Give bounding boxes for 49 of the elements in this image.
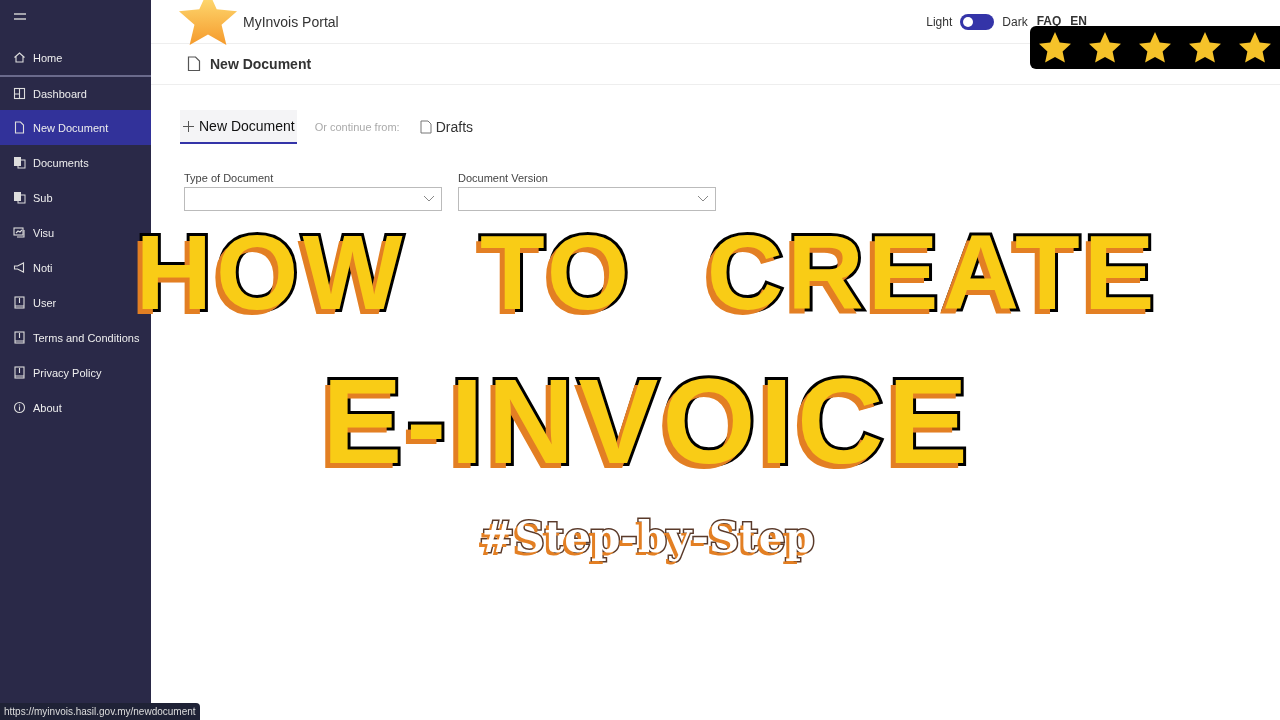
tab[interactable]: Drafts — [417, 111, 476, 143]
sidebar-item[interactable]: About — [0, 390, 66, 425]
plus-icon — [182, 119, 195, 133]
document-icon — [187, 56, 201, 72]
sidebar-item[interactable]: Visu — [0, 215, 59, 250]
document-icon — [419, 120, 432, 134]
info-icon — [13, 401, 26, 414]
star-icon — [1189, 32, 1221, 63]
menu-icon[interactable] — [13, 12, 27, 22]
star-icon — [1039, 32, 1071, 63]
sidebar-item[interactable]: Sub — [0, 180, 57, 215]
chevron-down-icon — [423, 195, 435, 203]
sidebar-item[interactable]: Privacy Policy — [0, 355, 106, 390]
documents-icon — [13, 156, 26, 169]
select-field[interactable] — [458, 187, 716, 211]
star-icon — [1239, 32, 1271, 63]
sidebar-item[interactable]: Dashboard — [0, 77, 91, 110]
theme-toggle[interactable] — [960, 13, 995, 30]
theme-label: Light — [926, 14, 953, 29]
sidebar-item[interactable]: New Document — [0, 110, 151, 145]
star-icon — [1089, 32, 1121, 63]
headline-text: E-INVOICE — [322, 369, 972, 475]
sidebar-item[interactable]: Terms and Conditions — [0, 320, 144, 355]
chart-icon — [13, 226, 26, 239]
tab[interactable]: New Document — [180, 110, 297, 144]
header-link[interactable]: EN — [1070, 13, 1087, 28]
field-label: Type of Document — [184, 172, 275, 184]
continue-label: Or continue from: — [314, 121, 400, 133]
document-icon — [13, 121, 26, 134]
megaphone-icon — [13, 261, 26, 274]
documents-icon — [13, 191, 26, 204]
select-field[interactable] — [184, 187, 442, 211]
chevron-down-icon — [697, 195, 709, 203]
portal-title: MyInvois Portal — [243, 13, 339, 30]
sidebar-item[interactable]: User — [0, 285, 61, 320]
home-icon — [13, 51, 26, 64]
page-title: New Document — [210, 56, 312, 72]
star-icon — [1139, 32, 1171, 63]
field-label: Document Version — [458, 172, 549, 184]
star-icon — [177, 0, 239, 48]
book-icon — [13, 331, 26, 344]
book-icon — [13, 296, 26, 309]
sidebar-item[interactable]: Home — [0, 40, 67, 75]
grid-icon — [13, 87, 26, 100]
sidebar-item[interactable]: Documents — [0, 145, 93, 180]
book-icon — [13, 366, 26, 379]
sidebar-item[interactable]: Noti — [0, 250, 57, 285]
status-url-tooltip: https://myinvois.hasil.gov.my/newdocument — [0, 703, 200, 720]
theme-label: Dark — [1002, 14, 1028, 29]
